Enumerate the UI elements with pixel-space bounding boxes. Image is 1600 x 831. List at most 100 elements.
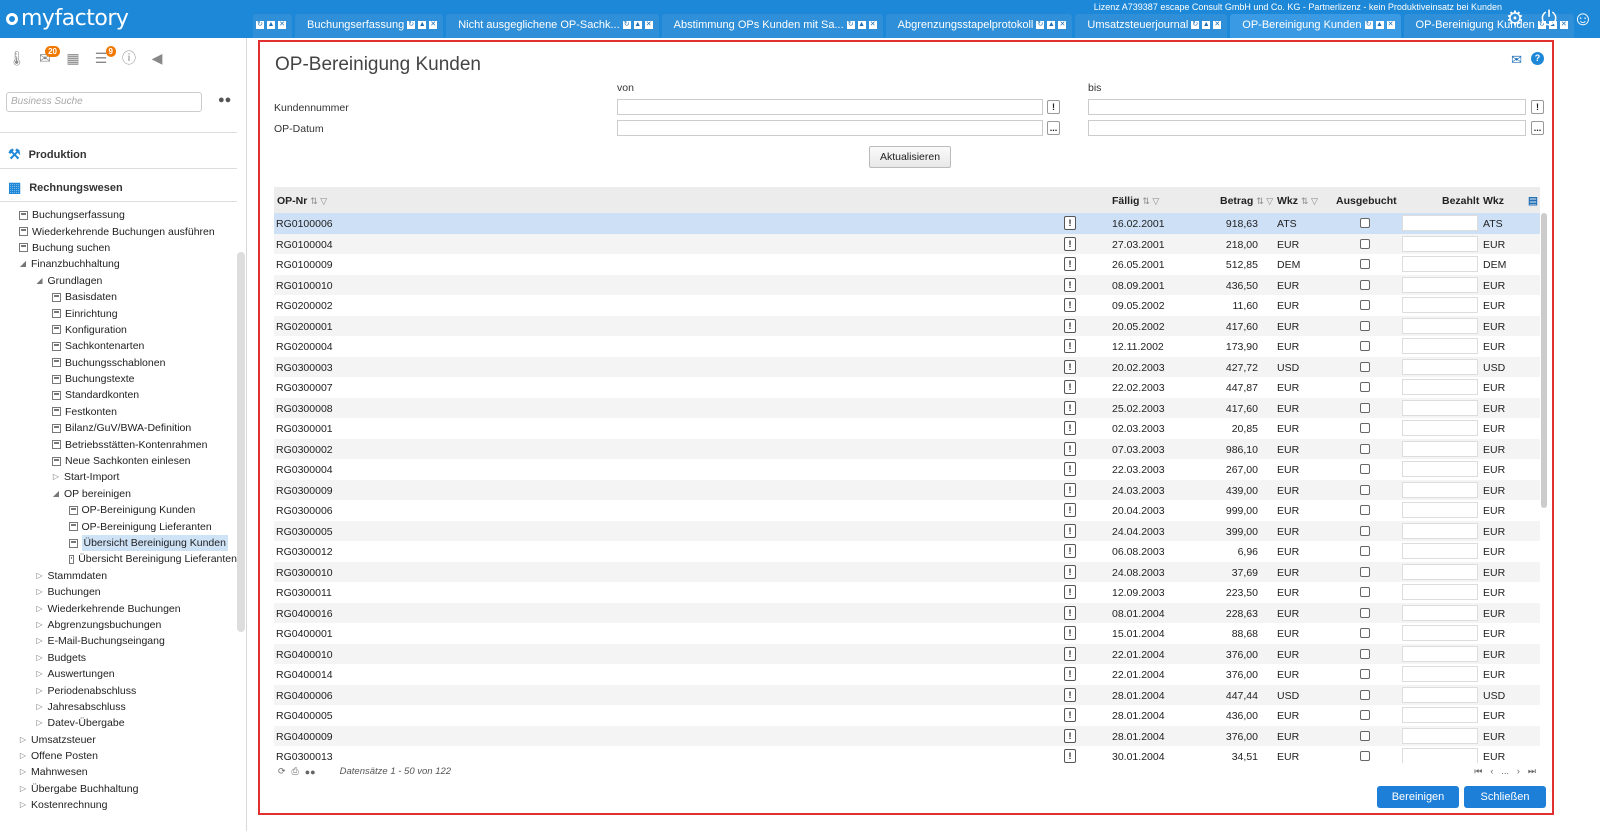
tree-item[interactable]: Buchungstexte (0, 371, 237, 387)
info-icon[interactable]: ⓘ (120, 50, 138, 66)
ausgebucht-checkbox[interactable] (1360, 320, 1370, 331)
thermometer-icon[interactable]: 🌡 (8, 50, 26, 66)
row-detail-button[interactable]: ! (1064, 400, 1076, 415)
bezahlt-input[interactable] (1402, 235, 1478, 252)
tab-1[interactable]: Buchungserfassung ↻ ▲ ✕ (295, 14, 444, 38)
expand-toggle-icon[interactable]: ▷ (35, 617, 45, 633)
bezahlt-input[interactable] (1402, 707, 1478, 723)
table-row[interactable]: RG0300007 22.02.2003 447,87 EUR! EUR (274, 377, 1540, 398)
table-row[interactable]: RG0300005 24.04.2003 399,00 EUR! EUR (274, 520, 1540, 541)
sort-filter-icon[interactable]: ⇅ ▽ (1301, 196, 1318, 206)
aktualisieren-button[interactable]: Aktualisieren (869, 146, 951, 168)
tree-item[interactable]: Konfiguration (0, 322, 237, 338)
row-detail-button[interactable]: ! (1064, 605, 1076, 620)
tree-item[interactable]: ▷ Jahresabschluss (0, 699, 237, 715)
row-detail-button[interactable]: ! (1064, 318, 1076, 333)
refresh-icon[interactable]: ↻ (1364, 21, 1373, 29)
bezahlt-input[interactable] (1402, 543, 1478, 559)
table-row[interactable]: RG0400016 08.01.2004 228,63 EUR! EUR (274, 602, 1540, 623)
sort-filter-icon[interactable]: ⇅ ▽ (310, 196, 327, 206)
row-detail-button[interactable]: ! (1064, 728, 1076, 743)
ausgebucht-checkbox[interactable] (1360, 423, 1370, 433)
tab-2[interactable]: Nicht ausgeglichene OP-Sachk... ↻ ▲ ✕ (446, 14, 659, 38)
expand-toggle-icon[interactable]: ▷ (35, 699, 45, 715)
col-wkz2[interactable]: Wkz (1483, 195, 1504, 207)
refresh-icon[interactable]: ↻ (622, 21, 631, 29)
ausgebucht-checkbox[interactable] (1360, 587, 1370, 597)
row-detail-button[interactable]: ! (1064, 257, 1076, 271)
ausgebucht-checkbox[interactable] (1360, 566, 1370, 577)
col-opnr[interactable]: OP-Nr ⇅ ▽ (277, 195, 327, 207)
tree-item[interactable]: ▷ Übergabe Buchhaltung (0, 781, 237, 797)
tree-item[interactable]: Festkonten (0, 404, 237, 420)
tree-item[interactable]: Buchung suchen (0, 240, 237, 256)
bezahlt-input[interactable] (1402, 666, 1478, 682)
ausgebucht-checkbox[interactable] (1360, 279, 1370, 290)
bezahlt-input[interactable] (1402, 563, 1478, 580)
row-detail-button[interactable]: ! (1064, 626, 1076, 640)
tree-item[interactable]: Sachkontenarten (0, 338, 237, 354)
row-detail-button[interactable]: ! (1064, 544, 1076, 558)
table-row[interactable]: RG0400014 22.01.2004 376,00 EUR! EUR (274, 664, 1540, 685)
power-icon[interactable]: ⏻ (1538, 8, 1560, 30)
kundennummer-von-input[interactable] (617, 99, 1043, 115)
ausgebucht-checkbox[interactable] (1360, 484, 1370, 495)
close-icon[interactable]: ✕ (278, 21, 286, 29)
tree-item[interactable]: ▷ Periodenabschluss (0, 682, 237, 698)
tab-0[interactable]: ↻ ▲ ✕ (253, 14, 292, 38)
sidebar-scrollbar[interactable] (237, 252, 245, 632)
pin-icon[interactable]: ▲ (857, 21, 866, 29)
expand-toggle-icon[interactable]: ▷ (35, 683, 45, 699)
ausgebucht-checkbox[interactable] (1360, 751, 1370, 761)
ausgebucht-checkbox[interactable] (1360, 361, 1370, 372)
collapse-toggle-icon[interactable]: ◢ (18, 256, 28, 272)
table-row[interactable]: RG0300010 24.08.2003 37,69 EUR! EUR (274, 561, 1540, 582)
bezahlt-input[interactable] (1402, 358, 1478, 375)
table-row[interactable]: RG0300008 25.02.2003 417,60 EUR! EUR (274, 397, 1540, 418)
tree-item[interactable]: Einrichtung (0, 305, 237, 321)
row-detail-button[interactable]: ! (1064, 646, 1076, 661)
expand-toggle-icon[interactable]: ▷ (18, 748, 28, 764)
ausgebucht-checkbox[interactable] (1360, 607, 1370, 618)
expand-toggle-icon[interactable]: ▷ (18, 764, 28, 780)
row-detail-button[interactable]: ! (1064, 359, 1076, 374)
sort-filter-icon[interactable]: ⇅ ▽ (1142, 196, 1159, 206)
tree-item[interactable]: ▷ Kostenrechnung (0, 797, 237, 813)
row-detail-button[interactable]: ! (1064, 216, 1076, 230)
col-bezahlt[interactable]: Bezahlt (1442, 195, 1479, 207)
ausgebucht-checkbox[interactable] (1360, 689, 1370, 700)
search-options-icon[interactable]: ●● (218, 94, 231, 106)
row-detail-button[interactable]: ! (1064, 585, 1076, 599)
tree-item[interactable]: Buchungserfassung (0, 207, 237, 223)
bezahlt-input[interactable] (1402, 645, 1478, 662)
last-page-icon[interactable]: ⏭ (1528, 766, 1536, 777)
bezahlt-input[interactable] (1402, 399, 1478, 416)
table-row[interactable]: RG0300003 20.02.2003 427,72 USD! USD (274, 356, 1540, 377)
kundennummer-von-lookup-button[interactable]: ! (1047, 100, 1060, 114)
col-ausgebucht[interactable]: Ausgebucht (1336, 195, 1397, 207)
tree-item[interactable]: Übersicht Bereinigung Lieferanten (0, 551, 237, 567)
ausgebucht-checkbox[interactable] (1360, 669, 1370, 679)
row-detail-button[interactable]: ! (1064, 339, 1076, 353)
pin-icon[interactable]: ▲ (267, 21, 275, 29)
pin-icon[interactable]: ▲ (1047, 21, 1056, 29)
calendar-icon[interactable]: ▦ (64, 50, 82, 66)
ausgebucht-checkbox[interactable] (1360, 382, 1370, 392)
bezahlt-input[interactable] (1402, 502, 1478, 518)
ausgebucht-checkbox[interactable] (1360, 730, 1370, 741)
pin-icon[interactable]: ▲ (1202, 21, 1211, 29)
expand-toggle-icon[interactable]: ▷ (18, 732, 28, 748)
bezahlt-input[interactable] (1402, 481, 1478, 498)
refresh-icon[interactable]: ↻ (1191, 21, 1200, 29)
table-row[interactable]: RG0200001 20.05.2002 417,60 EUR! EUR (274, 315, 1540, 336)
tree-item[interactable]: Standardkonten (0, 387, 237, 403)
row-detail-button[interactable]: ! (1064, 277, 1076, 292)
expand-toggle-icon[interactable]: ▷ (18, 781, 28, 797)
mail-icon[interactable]: ✉ (1511, 52, 1522, 68)
close-icon[interactable]: ✕ (429, 21, 438, 29)
row-detail-button[interactable]: ! (1064, 380, 1076, 394)
row-detail-button[interactable]: ! (1064, 687, 1076, 702)
table-row[interactable]: RG0200002 09.05.2002 11,60 EUR! EUR (274, 295, 1540, 316)
ausgebucht-checkbox[interactable] (1360, 505, 1370, 515)
bezahlt-input[interactable] (1402, 379, 1478, 395)
